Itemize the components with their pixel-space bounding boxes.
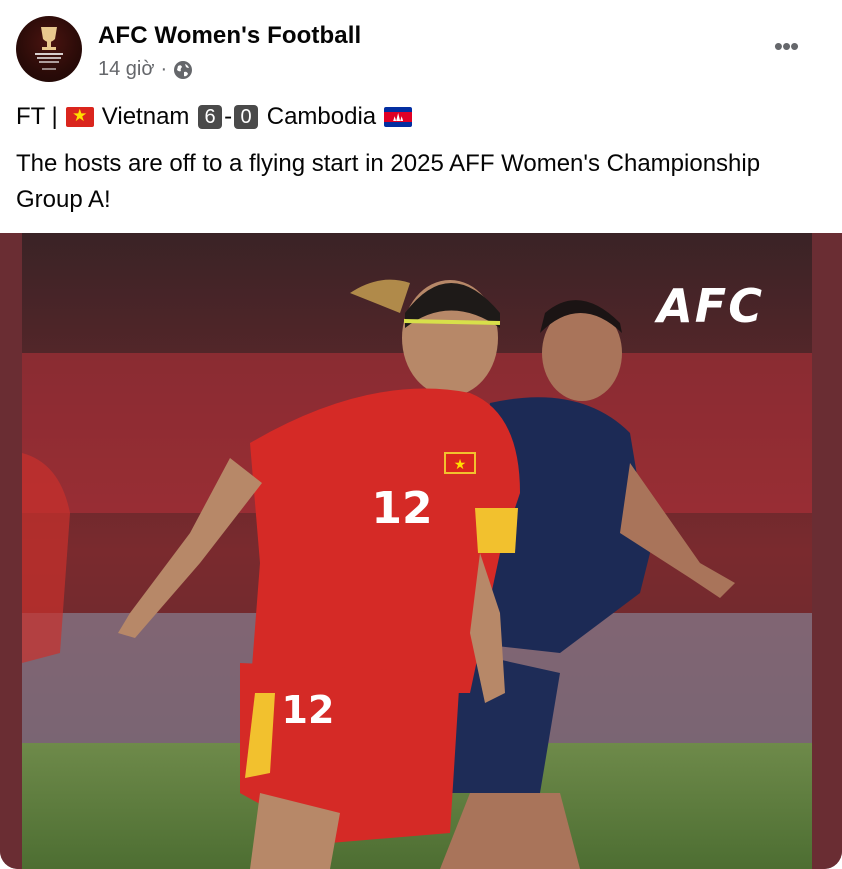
afc-watermark: AFC	[657, 279, 764, 333]
score-dash: -	[224, 103, 233, 130]
home-team: Vietnam	[101, 103, 190, 130]
svg-text:★: ★	[454, 457, 467, 473]
away-score: 0	[234, 105, 259, 129]
trophy-logo-icon	[35, 27, 63, 70]
page-name[interactable]: AFC Women's Football	[98, 22, 361, 50]
shorts-number: 12	[282, 688, 335, 732]
score-line: FT | Vietnam 6 - 0 Cambodia	[16, 98, 826, 136]
score-prefix: FT |	[16, 103, 58, 130]
more-options-icon[interactable]: •••	[766, 31, 806, 61]
home-score: 6	[198, 105, 223, 129]
post-caption: The hosts are off to a flying start in 2…	[16, 150, 761, 213]
cambodia-flag-icon	[384, 107, 413, 127]
post-timestamp[interactable]: 14 giờ	[98, 58, 154, 81]
post-header: AFC Women's Football 14 giờ · •••	[16, 16, 826, 86]
globe-icon	[173, 60, 193, 80]
post-meta: 14 giờ ·	[98, 58, 193, 81]
post-photo[interactable]: ★ 12 12 AFC	[0, 233, 842, 869]
vietnam-flag-icon	[65, 107, 94, 127]
page-avatar[interactable]	[16, 16, 82, 82]
shirt-number: 12	[371, 483, 432, 534]
meta-separator: ·	[160, 58, 168, 80]
post-text: FT | Vietnam 6 - 0 Cambodia The hosts ar…	[16, 98, 826, 218]
away-team: Cambodia	[266, 103, 377, 130]
post-card: AFC Women's Football 14 giờ · ••• FT | V…	[0, 0, 842, 869]
